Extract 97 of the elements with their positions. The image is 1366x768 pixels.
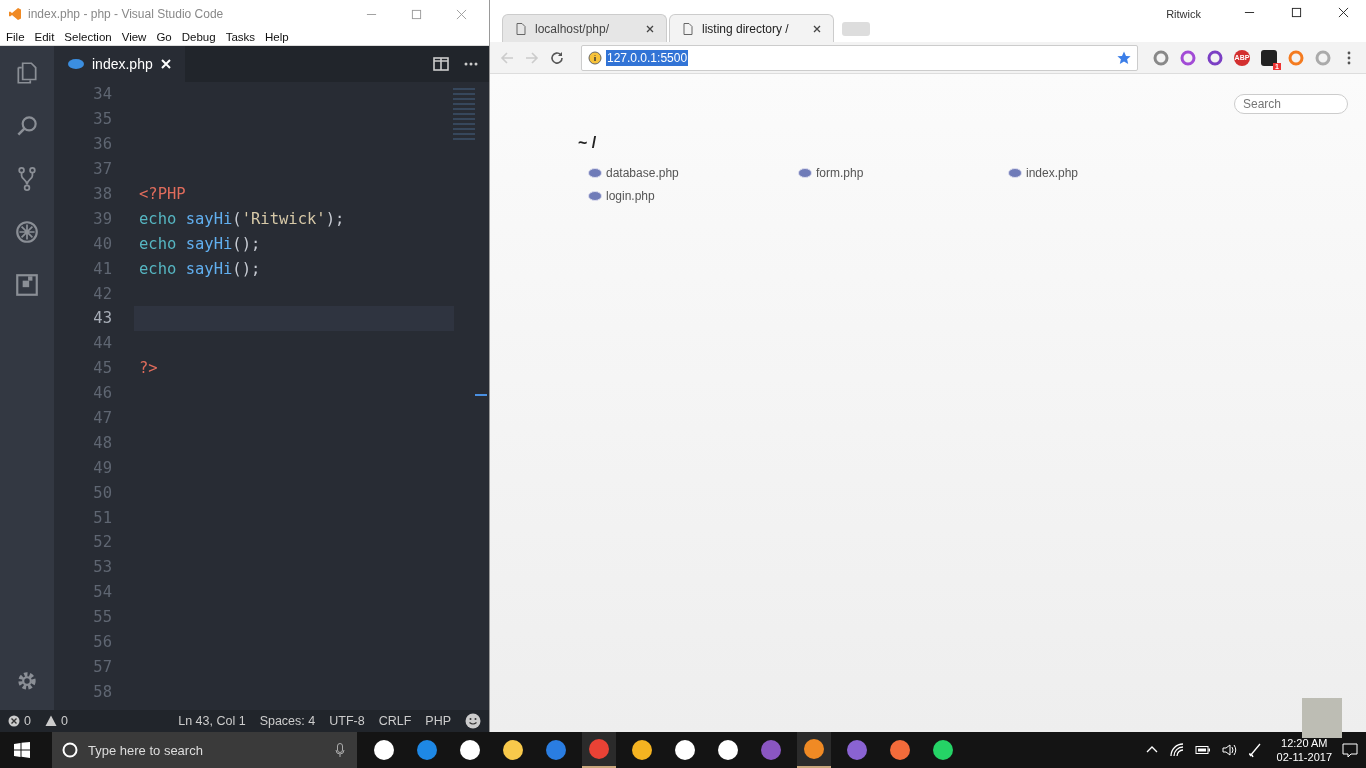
extension-icon[interactable]: [1180, 49, 1196, 66]
file-link[interactable]: index.php: [1008, 166, 1218, 180]
pen-icon[interactable]: [1246, 742, 1263, 758]
window-title: index.php - php - Visual Studio Code: [28, 7, 224, 21]
notifications-icon[interactable]: [1342, 742, 1358, 758]
close-icon[interactable]: [646, 24, 654, 33]
line-number: 44: [92, 334, 112, 353]
menu-item[interactable]: Edit: [34, 30, 55, 43]
windows-start-icon[interactable]: [14, 742, 30, 758]
extensions-icon[interactable]: [14, 272, 40, 298]
status-item[interactable]: PHP: [425, 714, 451, 728]
error-icon: [8, 715, 20, 727]
warning-icon: [44, 715, 57, 727]
line-number: 39: [92, 209, 112, 228]
close-icon[interactable]: [1338, 6, 1349, 18]
line-number: 51: [92, 508, 112, 527]
taskbar-search-box[interactable]: Type here to search: [52, 732, 357, 768]
code-line: echo sayHi();: [139, 259, 261, 278]
status-item[interactable]: Spaces: 4: [259, 714, 316, 728]
file-link[interactable]: form.php: [798, 166, 1008, 180]
error-count[interactable]: 0: [8, 714, 31, 728]
code-line: <?PHP: [139, 185, 186, 203]
status-item[interactable]: CRLF: [378, 714, 412, 728]
file-link[interactable]: login.php: [588, 189, 798, 203]
php-file-icon: [588, 191, 602, 201]
scrollbar-marker: [475, 394, 487, 396]
line-number: 36: [92, 135, 112, 154]
reload-icon[interactable]: [550, 50, 564, 65]
code-line: echo sayHi();: [139, 234, 261, 253]
line-number: 52: [92, 533, 112, 552]
line-number: 38: [92, 185, 112, 203]
menu-item[interactable]: Selection: [64, 30, 112, 43]
line-number: 57: [92, 657, 112, 676]
debug-icon[interactable]: [14, 219, 40, 245]
smiley-icon[interactable]: [465, 713, 481, 729]
files-icon[interactable]: [14, 60, 40, 86]
page-icon: [682, 22, 694, 35]
status-item[interactable]: UTF-8: [329, 714, 365, 728]
maximize-icon[interactable]: [1291, 6, 1302, 18]
browser-tab[interactable]: localhost/php/: [502, 14, 667, 42]
volume-icon[interactable]: [1220, 742, 1237, 758]
php-file-icon: [68, 59, 84, 69]
menu-item[interactable]: Help: [265, 30, 289, 43]
line-number: 55: [92, 608, 112, 627]
line-number: 49: [92, 458, 112, 477]
menu-item[interactable]: Tasks: [225, 30, 256, 43]
line-number: 53: [92, 558, 112, 577]
line-number: 41: [92, 259, 112, 278]
status-item[interactable]: Ln 43, Col 1: [178, 714, 246, 728]
menu-item[interactable]: View: [121, 30, 147, 43]
clock-date[interactable]: 02-11-2017: [1276, 751, 1332, 763]
line-number: 54: [92, 583, 112, 602]
cortana-icon: [62, 742, 78, 758]
warning-count[interactable]: 0: [44, 714, 68, 728]
vscode-logo-icon: [8, 7, 22, 21]
url-text: 127.0.0.1:5500: [606, 49, 689, 66]
line-number: 58: [92, 682, 112, 701]
menu-item[interactable]: File: [6, 30, 25, 43]
line-number: 37: [92, 160, 112, 179]
code-line: echo sayHi('Ritwick');: [139, 209, 345, 228]
page-icon: [515, 22, 527, 35]
clock-time[interactable]: 12:20 AM: [1281, 737, 1328, 749]
line-number: 48: [92, 433, 112, 452]
line-number: 50: [92, 483, 112, 502]
directory-heading: ~ /: [578, 134, 598, 152]
address-bar[interactable]: 127.0.0.1:5500: [581, 44, 1138, 71]
photo-placeholder: [1302, 698, 1342, 738]
split-editor-icon[interactable]: [433, 56, 449, 72]
line-number: 35: [92, 110, 112, 129]
php-file-icon: [588, 168, 602, 178]
profile-name[interactable]: Ritwick: [1166, 8, 1201, 20]
browser-tab[interactable]: listing directory /: [669, 14, 834, 42]
info-icon: [588, 50, 602, 65]
php-file-icon: [1008, 168, 1022, 178]
line-number: 56: [92, 633, 112, 652]
php-file-icon: [798, 168, 812, 178]
search-field[interactable]: Search: [1234, 94, 1348, 114]
extension-icon[interactable]: [1207, 49, 1223, 66]
line-number: 43: [92, 309, 112, 328]
wifi-icon[interactable]: [1168, 742, 1185, 758]
menu-item[interactable]: Debug: [181, 30, 216, 43]
taskbar-app-icon[interactable]: [582, 732, 616, 768]
extension-icon[interactable]: [1153, 49, 1169, 66]
line-number: 45: [92, 359, 112, 378]
close-icon[interactable]: [813, 24, 821, 33]
code-line: ?>: [139, 359, 158, 378]
file-link[interactable]: database.php: [588, 166, 798, 180]
menu-item[interactable]: Go: [156, 30, 172, 43]
line-number: 47: [92, 409, 112, 427]
line-number: 34: [92, 85, 112, 104]
editor-tab[interactable]: index.php: [54, 46, 185, 82]
star-icon[interactable]: [1117, 50, 1131, 65]
taskbar-app-icon[interactable]: [797, 732, 831, 768]
line-number: 42: [92, 284, 112, 303]
line-number: 40: [92, 234, 112, 253]
line-number: 46: [92, 384, 112, 403]
microphone-icon: [333, 743, 347, 757]
